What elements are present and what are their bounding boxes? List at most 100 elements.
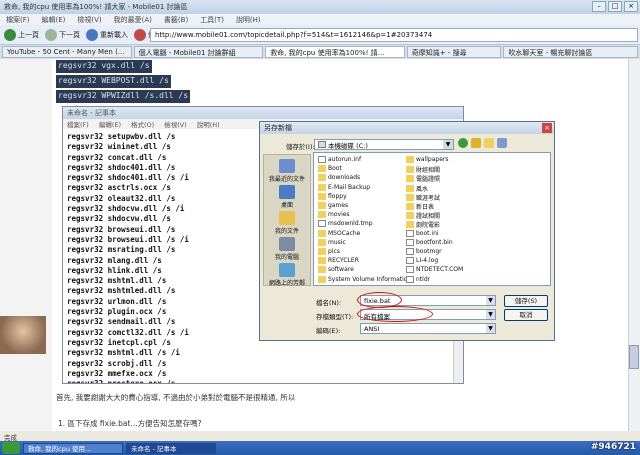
file-item[interactable]: Boot bbox=[318, 165, 342, 173]
file-item[interactable]: LI-4.log bbox=[406, 257, 438, 265]
file-icon bbox=[406, 275, 414, 283]
chevron-down-icon: ▼ bbox=[443, 140, 453, 149]
view-menu-icon[interactable] bbox=[497, 138, 507, 148]
file-item[interactable]: bootmgr bbox=[406, 248, 442, 255]
menu-file[interactable]: 檔案(F) bbox=[6, 15, 30, 24]
folder-icon bbox=[406, 166, 414, 174]
up-folder-icon[interactable] bbox=[471, 138, 481, 148]
folder-icon bbox=[318, 275, 326, 283]
file-icon bbox=[406, 266, 414, 274]
tab-chat-forum[interactable]: 吹水聊天室 - 暢充聊討論區 bbox=[503, 46, 638, 58]
folder-icon bbox=[318, 211, 326, 219]
file-item[interactable]: games bbox=[318, 202, 348, 209]
user-avatar[interactable] bbox=[0, 316, 46, 354]
notepad-line: regsvr32 mshtml.dll /s /i bbox=[67, 348, 180, 358]
file-item[interactable]: 證試相關 bbox=[406, 211, 440, 220]
file-item[interactable]: 風水 bbox=[406, 184, 428, 193]
reload-button[interactable]: 重新載入 bbox=[86, 28, 128, 41]
taskbar-item-notepad[interactable]: 未命名 - 記事本 bbox=[126, 442, 216, 454]
desktop-icon bbox=[279, 185, 295, 199]
start-button[interactable] bbox=[2, 442, 20, 454]
minimize-button[interactable]: – bbox=[592, 1, 606, 12]
place-my-computer[interactable]: 我的電腦 bbox=[264, 237, 310, 261]
recent-documents-icon bbox=[279, 159, 295, 173]
folder-icon bbox=[406, 221, 414, 229]
file-item[interactable]: RECYCLER bbox=[318, 257, 359, 265]
file-item[interactable]: movies bbox=[318, 211, 350, 219]
file-item[interactable]: NTDETECT.COM bbox=[406, 266, 463, 274]
file-item[interactable]: pics bbox=[318, 248, 340, 255]
file-item[interactable]: downloads bbox=[318, 174, 360, 182]
browser-menu-bar: 檔案(F) 編輯(E) 檢視(V) 我的最愛(A) 書籤(B) 工具(T) 說明… bbox=[0, 14, 640, 25]
code-line: regsvr32 vgx.dll /s bbox=[56, 60, 152, 73]
menu-edit[interactable]: 編輯(E) bbox=[42, 15, 66, 24]
scrollbar-thumb[interactable] bbox=[629, 345, 639, 369]
tab-current-topic[interactable]: 救命, 我的cpu 使用率為100%! 請... bbox=[265, 46, 405, 58]
file-item[interactable]: software bbox=[318, 266, 354, 274]
tab-youtube[interactable]: YouTube - 50 Cent - Many Men (... bbox=[2, 46, 132, 58]
menu-help[interactable]: 說明(H) bbox=[236, 15, 261, 24]
folder-icon bbox=[318, 238, 326, 246]
encoding-dropdown[interactable]: ANSI ▼ bbox=[360, 323, 496, 334]
file-item[interactable]: autorun.inf bbox=[318, 156, 361, 163]
page-scrollbar[interactable] bbox=[628, 59, 640, 431]
file-item[interactable]: 劇院電影 bbox=[406, 220, 440, 229]
place-desktop[interactable]: 桌面 bbox=[264, 185, 310, 209]
tab-yahoo-knowledge[interactable]: 奇摩知識+ - 搜尋 bbox=[406, 46, 502, 58]
file-icon bbox=[406, 238, 414, 246]
forward-arrow-icon bbox=[45, 28, 57, 41]
file-item[interactable]: ntldr bbox=[406, 275, 430, 283]
np-menu-edit[interactable]: 編輯(E) bbox=[99, 119, 121, 129]
file-item[interactable]: boot.ini bbox=[406, 229, 439, 237]
tab-bar: YouTube - 50 Cent - Many Men (... 個人電腦 -… bbox=[0, 45, 640, 59]
file-item[interactable]: System Volume Information bbox=[318, 275, 411, 283]
save-button[interactable]: 儲存(S) bbox=[504, 295, 548, 307]
annotation-oval bbox=[357, 306, 433, 322]
file-item[interactable]: bootfont.bin bbox=[406, 238, 453, 246]
file-item[interactable]: MSOCache bbox=[318, 229, 360, 237]
network-places-icon bbox=[279, 263, 295, 277]
folder-icon bbox=[318, 229, 326, 237]
cancel-button[interactable]: 取消 bbox=[504, 309, 548, 321]
close-button[interactable]: × bbox=[624, 1, 638, 12]
file-item[interactable]: 新日表 bbox=[406, 202, 434, 211]
file-item[interactable]: msdownld.tmp bbox=[318, 220, 373, 228]
menu-view[interactable]: 檢視(V) bbox=[77, 15, 101, 24]
np-menu-view[interactable]: 檢視(V) bbox=[164, 119, 187, 129]
filename-label: 檔名(N): bbox=[316, 299, 342, 307]
encoding-label: 編碼(E): bbox=[316, 327, 341, 335]
file-item[interactable]: music bbox=[318, 238, 346, 246]
dialog-close-button[interactable]: × bbox=[542, 123, 552, 133]
place-recent[interactable]: 我最近的文件 bbox=[264, 159, 310, 183]
file-item[interactable]: floppy bbox=[318, 192, 347, 200]
file-item[interactable]: E-Mail Backup bbox=[318, 183, 370, 191]
address-bar[interactable]: http://www.mobile01.com/topicdetail.php?… bbox=[150, 28, 638, 42]
file-item[interactable]: 電腦證照 bbox=[406, 174, 440, 183]
menu-favorites[interactable]: 我的最愛(A) bbox=[114, 15, 152, 24]
save-in-dropdown[interactable]: 本機磁碟 (C:) ▼ bbox=[314, 139, 454, 150]
np-menu-format[interactable]: 格式(O) bbox=[131, 119, 154, 129]
back-icon[interactable] bbox=[458, 138, 468, 148]
menu-bookmarks[interactable]: 書籤(B) bbox=[164, 15, 188, 24]
file-icon bbox=[406, 257, 414, 265]
my-documents-icon bbox=[279, 211, 295, 225]
menu-tools[interactable]: 工具(T) bbox=[200, 15, 224, 24]
new-folder-icon[interactable] bbox=[484, 138, 494, 148]
file-item[interactable]: 財經相關 bbox=[406, 165, 440, 174]
file-item[interactable]: wallpapers bbox=[406, 156, 449, 163]
folder-icon bbox=[318, 174, 326, 182]
file-icon bbox=[318, 220, 326, 228]
back-button[interactable]: 上一頁 bbox=[4, 28, 39, 41]
np-menu-file[interactable]: 檔案(F) bbox=[67, 119, 89, 129]
taskbar-item-browser[interactable]: 救命, 我的cpu 使用... bbox=[23, 442, 123, 454]
tab-mobile01-pc[interactable]: 個人電腦 - Mobile01 討論群組 bbox=[133, 46, 264, 58]
place-network[interactable]: 網路上的芳鄰 bbox=[264, 263, 310, 287]
place-my-documents[interactable]: 我的文件 bbox=[264, 211, 310, 235]
folder-icon bbox=[318, 257, 326, 265]
maximize-button[interactable]: □ bbox=[608, 1, 622, 12]
file-list[interactable]: autorun.inf Boot downloads E-Mail Backup flo… bbox=[313, 152, 551, 286]
forward-button[interactable]: 下一頁 bbox=[45, 28, 80, 41]
file-item[interactable]: 職涯考試 bbox=[406, 193, 440, 202]
folder-icon bbox=[406, 184, 414, 192]
np-menu-help[interactable]: 說明(H) bbox=[197, 119, 220, 129]
